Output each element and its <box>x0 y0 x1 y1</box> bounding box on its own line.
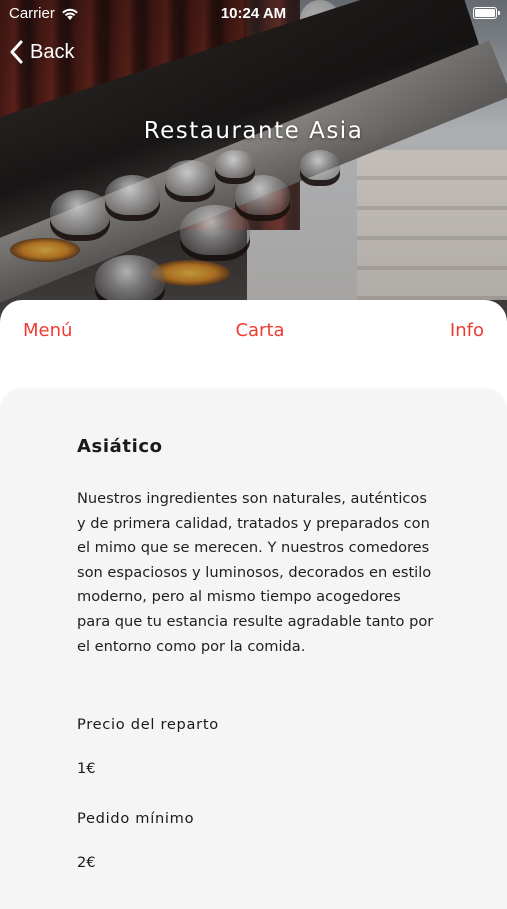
info-card: Asiático Nuestros ingredientes son natur… <box>0 389 507 909</box>
battery-icon <box>473 7 500 19</box>
status-time: 10:24 AM <box>220 5 287 22</box>
back-label: Back <box>30 40 75 63</box>
minimum-order-label: Pedido mínimo <box>77 810 195 827</box>
tab-carta[interactable]: Carta <box>0 320 507 341</box>
chevron-left-icon <box>10 40 23 64</box>
back-button[interactable]: Back <box>10 36 74 68</box>
delivery-price-value: 1€ <box>77 760 96 777</box>
cuisine-heading: Asiático <box>77 436 163 457</box>
restaurant-hero-image <box>0 0 507 330</box>
tab-info[interactable]: Info <box>450 320 484 341</box>
minimum-order-value: 2€ <box>77 854 96 871</box>
delivery-price-label: Precio del reparto <box>77 716 219 733</box>
restaurant-description: Nuestros ingredientes son naturales, aut… <box>77 490 434 655</box>
status-bar: Carrier 10:24 AM <box>0 0 507 28</box>
page-title: Restaurante Asia <box>143 118 364 144</box>
info-content: Asiático Nuestros ingredientes son natur… <box>77 436 437 871</box>
hero-shade <box>0 0 507 330</box>
